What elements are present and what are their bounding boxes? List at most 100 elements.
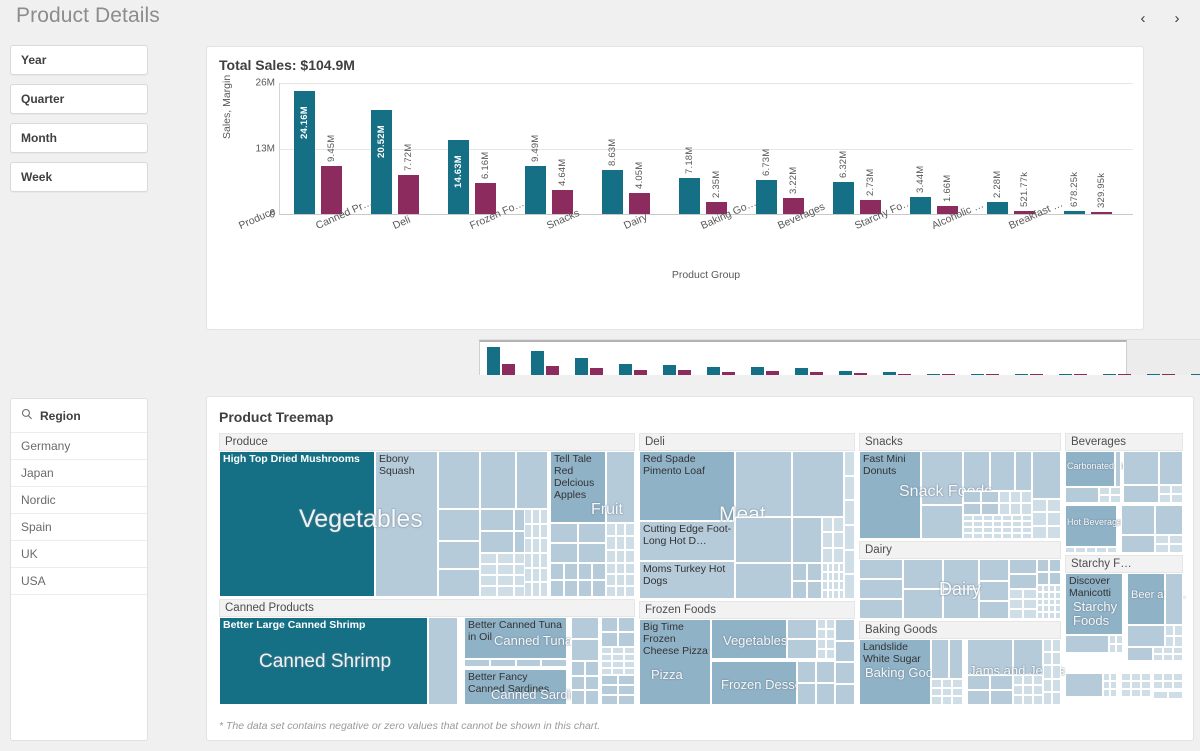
bar-group[interactable]: 678.25k 329.95k (1058, 83, 1135, 214)
treemap-tile[interactable] (524, 553, 532, 568)
treemap-tile[interactable] (792, 451, 844, 517)
treemap-tile[interactable] (1043, 678, 1052, 692)
treemap-tile[interactable] (606, 536, 616, 550)
treemap-tile[interactable] (1023, 589, 1037, 599)
treemap-tile[interactable] (532, 538, 540, 553)
treemap-section-snacks[interactable]: Snacks Fast Mini Donuts Snack Foods (859, 433, 1061, 539)
treemap-tile[interactable] (532, 582, 540, 597)
treemap-tile[interactable] (1065, 673, 1103, 697)
treemap-tile[interactable] (550, 580, 564, 597)
treemap-tile[interactable] (1153, 673, 1163, 681)
bar-group[interactable]: 2.28M 521.77k (981, 83, 1058, 214)
treemap-tile[interactable] (1121, 535, 1155, 553)
treemap-tile[interactable] (585, 675, 599, 691)
treemap-tile[interactable] (489, 659, 516, 667)
treemap-tile[interactable] (967, 675, 990, 690)
treemap-tile[interactable] (1109, 644, 1116, 653)
treemap-tile[interactable] (550, 543, 578, 563)
treemap-tile[interactable] (532, 509, 540, 524)
treemap-tile[interactable] (1055, 591, 1061, 599)
treemap-tile[interactable] (992, 533, 1003, 539)
treemap-tile[interactable] (615, 523, 626, 537)
treemap-tile[interactable] (1165, 573, 1183, 625)
treemap-tile[interactable] (833, 547, 844, 563)
treemap-tile[interactable] (601, 675, 618, 685)
treemap-section-content[interactable]: Big Time Frozen Cheese Pizza Pizza Vegetab… (639, 619, 855, 705)
treemap-tile[interactable] (1173, 681, 1183, 689)
treemap-tile[interactable] (1021, 503, 1032, 515)
treemap-tile[interactable] (1153, 654, 1163, 661)
treemap-tile[interactable] (1169, 544, 1183, 553)
treemap-tile[interactable] (625, 536, 635, 550)
chevron-left-icon[interactable]: ‹ (1134, 8, 1152, 28)
treemap-tile[interactable] (1153, 647, 1163, 654)
treemap-tile[interactable] (1110, 487, 1121, 495)
treemap-section-content[interactable]: Fast Mini Donuts Snack Foods (859, 451, 1061, 539)
treemap-tile[interactable] (1121, 681, 1131, 689)
treemap-tile[interactable] (931, 679, 942, 688)
treemap-tile[interactable] (1171, 485, 1183, 494)
treemap-tile[interactable] (1052, 652, 1061, 666)
treemap-tile[interactable] (1173, 647, 1183, 654)
treemap-tile[interactable] (1106, 547, 1117, 553)
treemap-tile[interactable] (612, 654, 624, 661)
treemap-tile[interactable] (1013, 639, 1043, 675)
treemap-tile[interactable] (606, 451, 635, 523)
treemap-tile[interactable] (1055, 605, 1061, 613)
treemap-tile[interactable] (990, 675, 1013, 690)
treemap-tile[interactable] (1009, 589, 1023, 599)
treemap-tile[interactable] (615, 549, 626, 563)
bar-group[interactable]: 7.18M 2.35M (673, 83, 750, 214)
treemap-tile-tell-tale-red-delcious-apples[interactable]: Tell Tale Red Delcious Apples (550, 451, 606, 523)
treemap-tile[interactable] (1033, 695, 1043, 705)
treemap-tile[interactable] (623, 654, 635, 661)
treemap-tile[interactable] (1155, 544, 1169, 553)
treemap-tile[interactable] (921, 451, 963, 505)
treemap-tile[interactable] (999, 503, 1010, 515)
treemap-tile[interactable] (623, 647, 635, 654)
treemap-tile[interactable] (1009, 559, 1037, 574)
treemap-tile[interactable] (578, 523, 606, 543)
treemap-tile[interactable] (826, 619, 835, 629)
treemap-tile[interactable] (921, 505, 963, 539)
treemap-tile[interactable] (797, 683, 816, 705)
treemap-tile[interactable] (524, 538, 532, 553)
treemap-tile[interactable] (612, 668, 624, 675)
treemap-tile[interactable] (1065, 635, 1109, 653)
treemap-tile[interactable] (1033, 675, 1043, 685)
treemap-tile[interactable] (1055, 598, 1061, 606)
treemap-tile[interactable] (592, 563, 606, 580)
treemap-tile[interactable] (1033, 685, 1043, 695)
treemap-tile-landslide-white-sugar[interactable]: Landslide White Sugar (859, 639, 931, 705)
treemap-tile[interactable] (817, 629, 826, 639)
treemap-tile[interactable] (540, 553, 548, 568)
treemap-tile[interactable] (1155, 505, 1183, 535)
treemap-tile[interactable] (592, 580, 606, 597)
treemap-tile[interactable] (532, 553, 540, 568)
treemap-tile[interactable] (941, 696, 953, 705)
total-sales-chart-card[interactable]: Total Sales: $104.9M Sales, Margin 0 13M 2… (206, 46, 1200, 375)
treemap-tile[interactable] (1121, 673, 1131, 681)
treemap-tile[interactable] (623, 668, 635, 675)
treemap-tile[interactable] (1046, 499, 1061, 513)
treemap-tile[interactable] (625, 549, 635, 563)
treemap-tile[interactable] (532, 567, 540, 583)
treemap-tile[interactable] (618, 632, 635, 647)
treemap-tile[interactable] (480, 531, 514, 553)
treemap-tile[interactable] (524, 509, 532, 524)
treemap-section-deli[interactable]: Deli Red Spade Pimento Loaf Cutting Edge F… (639, 433, 855, 599)
treemap-tile[interactable] (1022, 533, 1032, 539)
bar-group[interactable]: 6.32M 2.73M (827, 83, 904, 214)
treemap-tile[interactable] (1012, 533, 1023, 539)
bar-chart[interactable]: Sales, Margin 0 13M 26M 24.16M 9.45M 20.52M 7… (219, 75, 1135, 287)
treemap-tile[interactable] (601, 661, 613, 668)
treemap-tile[interactable] (1010, 503, 1021, 515)
filter-button-year[interactable]: Year (10, 45, 148, 75)
treemap-tile[interactable] (1052, 691, 1061, 705)
treemap-tile[interactable] (735, 563, 792, 599)
treemap-tile[interactable] (1171, 494, 1183, 503)
treemap-tile[interactable] (826, 629, 835, 639)
treemap-tile[interactable] (1065, 547, 1076, 553)
treemap-tile[interactable] (480, 553, 497, 564)
treemap-tile[interactable] (1110, 689, 1117, 697)
